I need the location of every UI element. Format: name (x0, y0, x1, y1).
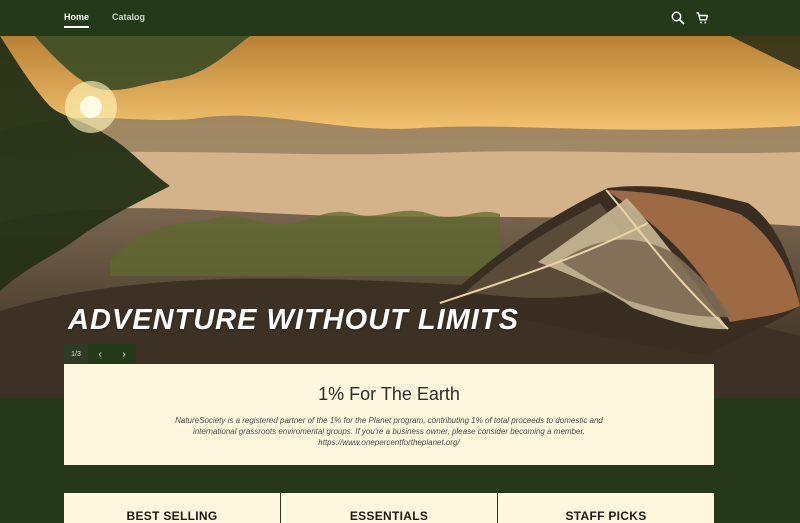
category-label: STAFF PICKS (565, 509, 647, 523)
category-label: BEST SELLING (126, 509, 218, 523)
hero-title: ADVENTURE WITHOUT LIMITS (68, 304, 519, 336)
nav-home[interactable]: Home (64, 12, 90, 28)
category-label: ESSENTIALS (349, 509, 429, 523)
category-staff-picks[interactable]: STAFF PICKS (498, 493, 714, 523)
chevron-left-icon: ‹ (98, 349, 102, 360)
one-percent-info-card: 1% For The Earth NatureSociety is a regi… (64, 364, 714, 465)
info-title: 1% For The Earth (318, 384, 460, 404)
previous-slide-button[interactable]: ‹ (88, 344, 112, 365)
hero-banner: ADVENTURE WITHOUT LIMITS 1/3 ‹ › (0, 36, 800, 398)
nav-catalog[interactable]: Catalog (112, 12, 145, 22)
category-best-selling[interactable]: BEST SELLING (64, 493, 281, 523)
chevron-right-icon: › (122, 349, 126, 360)
top-navigation: Home Catalog (0, 0, 800, 36)
tent-image (439, 186, 800, 356)
category-tiles: BEST SELLING ESSENTIALS STAFF PICKS (64, 493, 714, 523)
cart-icon[interactable] (695, 11, 709, 25)
slide-counter: 1/3 (64, 344, 88, 365)
category-essentials[interactable]: ESSENTIALS (281, 493, 498, 523)
next-slide-button[interactable]: › (112, 344, 136, 365)
search-icon[interactable] (671, 11, 685, 25)
info-description: NatureSociety is a registered partner of… (175, 416, 603, 447)
